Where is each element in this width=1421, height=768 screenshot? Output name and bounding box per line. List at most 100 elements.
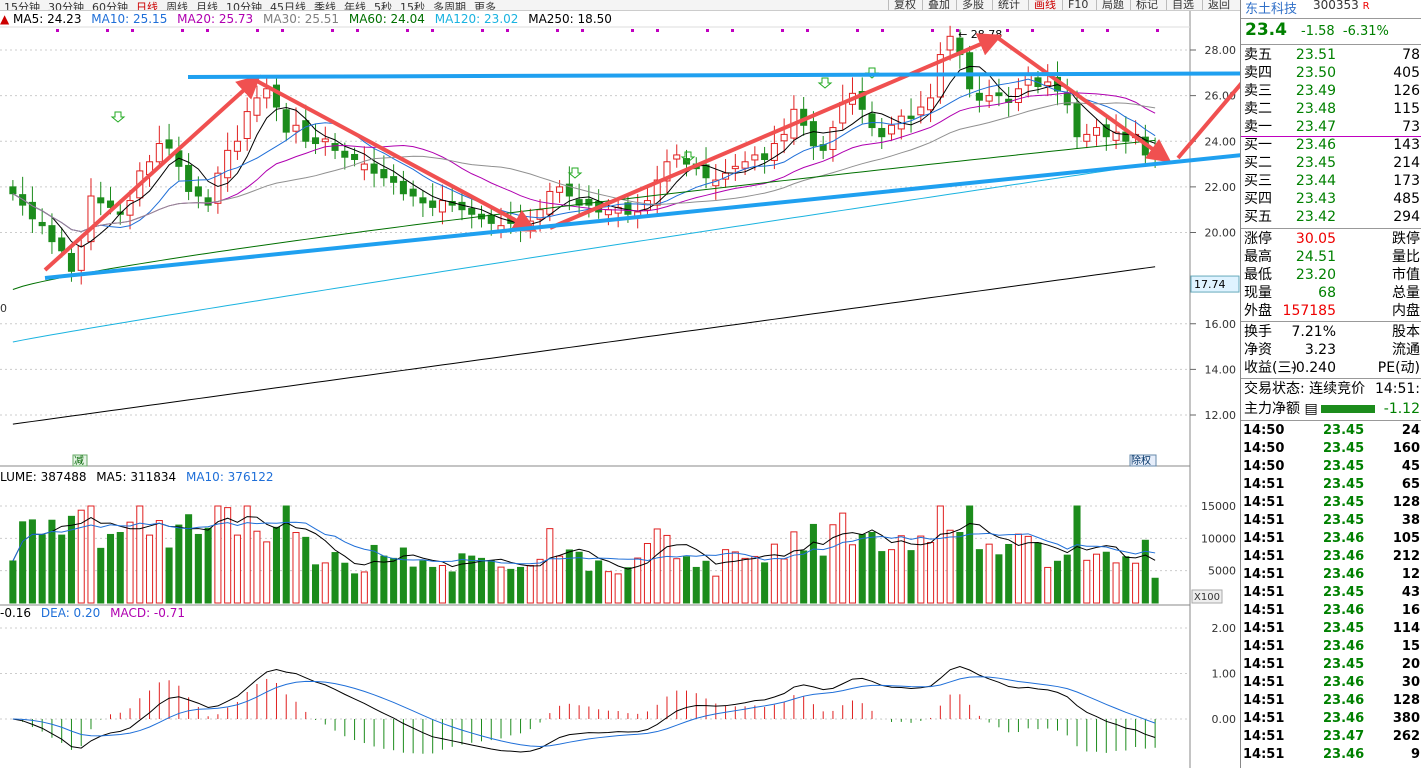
volume-bar bbox=[995, 554, 1003, 604]
left-edge-label: 0 bbox=[0, 302, 7, 315]
volume-bar bbox=[409, 566, 417, 604]
stock-chart-area[interactable]: 28.0026.0024.0022.0020.0016.0014.0012.00… bbox=[0, 0, 1240, 768]
candle-body bbox=[165, 139, 173, 149]
toolbar-button-6[interactable]: 局题 bbox=[1096, 0, 1129, 10]
volume-tick-label: 5000 bbox=[1208, 565, 1236, 578]
period-tab-0[interactable]: 15分钟 bbox=[0, 2, 44, 10]
candle-body bbox=[438, 200, 446, 213]
candle-body bbox=[419, 197, 427, 204]
candle-body bbox=[224, 149, 232, 179]
period-tab-6[interactable]: 10分钟 bbox=[222, 2, 266, 10]
tick-volume: 212 bbox=[1392, 549, 1420, 564]
legend-macd-item-2: MACD: -0.71 bbox=[110, 606, 185, 620]
ask-row[interactable]: 卖一 23.47 73 bbox=[1241, 118, 1421, 136]
toolbar-button-2[interactable]: 多股 bbox=[956, 0, 989, 10]
ma-legend: ▲ MA5: 24.23 MA10: 25.15 MA20: 25.73 MA3… bbox=[0, 12, 618, 26]
stat2-row-extra: 股本 bbox=[1392, 324, 1420, 340]
volume-bar bbox=[458, 553, 466, 604]
toolbar-button-0[interactable]: 复权 bbox=[888, 0, 921, 10]
stat2-row[interactable]: 收益(三) -0.240 PE(动) bbox=[1241, 359, 1421, 377]
toolbar-button-9[interactable]: 返回 bbox=[1202, 0, 1235, 10]
period-tab-9[interactable]: 年线 bbox=[340, 2, 370, 10]
bid-row[interactable]: 买五 23.42 294 bbox=[1241, 208, 1421, 226]
bid-row-value: 23.43 bbox=[1295, 191, 1336, 207]
volume-bar bbox=[311, 564, 320, 604]
ask-row[interactable]: 卖三 23.49 126 bbox=[1241, 82, 1421, 100]
tick-price: 23.45 bbox=[1323, 585, 1365, 600]
bid-row[interactable]: 买四 23.43 485 bbox=[1241, 190, 1421, 208]
stat-row[interactable]: 涨停 30.05 跌停 bbox=[1241, 230, 1421, 248]
ask-row[interactable]: 卖二 23.48 115 bbox=[1241, 100, 1421, 118]
period-tab-8[interactable]: 季线 bbox=[310, 2, 340, 10]
legend-ma-item-2: MA20: 25.73 bbox=[177, 12, 257, 26]
toolbar-button-5[interactable]: F10 bbox=[1062, 0, 1093, 10]
stat-row[interactable]: 最低 23.20 市值 bbox=[1241, 266, 1421, 284]
legend-macd-item-0: -0.16 bbox=[0, 606, 35, 620]
toolbar-button-7[interactable]: 标记 bbox=[1130, 0, 1163, 10]
ask-row[interactable]: 卖五 23.51 78 bbox=[1241, 46, 1421, 64]
candle-body bbox=[556, 186, 564, 193]
stock-name[interactable]: 东土科技 bbox=[1245, 0, 1297, 17]
volume-bar bbox=[1024, 535, 1032, 604]
bid-row[interactable]: 买三 23.44 173 bbox=[1241, 172, 1421, 190]
stat2-row-value: 3.23 bbox=[1304, 342, 1336, 358]
bid-row[interactable]: 买一 23.46 143 bbox=[1241, 136, 1421, 154]
signal-dot bbox=[356, 29, 359, 32]
tick-volume: 43 bbox=[1401, 585, 1420, 600]
toolbar-button-1[interactable]: 叠加 bbox=[922, 0, 955, 10]
signal-dot bbox=[281, 29, 284, 32]
tick-volume: 160 bbox=[1392, 441, 1420, 456]
tick-volume: 30 bbox=[1401, 675, 1420, 690]
period-tab-7[interactable]: 45日线 bbox=[266, 2, 310, 10]
period-tab-3[interactable]: 日线 bbox=[132, 2, 162, 10]
stat-row[interactable]: 现量 68 总量 bbox=[1241, 284, 1421, 302]
stat-row-label: 最高 bbox=[1244, 249, 1272, 265]
stat-row[interactable]: 最高 24.51 量比 bbox=[1241, 248, 1421, 266]
period-tab-11[interactable]: 15秒 bbox=[396, 2, 429, 10]
toolbar-button-3[interactable]: 统计 bbox=[992, 0, 1025, 10]
volume-bar bbox=[1151, 577, 1159, 604]
stat2-row[interactable]: 换手 7.21% 股本 bbox=[1241, 323, 1421, 341]
trade-status: 交易状态: 连续竞价 14:51: bbox=[1241, 380, 1421, 398]
period-tab-10[interactable]: 5秒 bbox=[370, 2, 396, 10]
net-flow-row[interactable]: 主力净额 ▤ -1.12 bbox=[1241, 400, 1421, 418]
signal-dot bbox=[1156, 29, 1159, 32]
tick-time: 14:51 bbox=[1243, 603, 1285, 618]
bid-row-label: 买三 bbox=[1244, 173, 1272, 189]
toolbar-button-8[interactable]: 自选 bbox=[1166, 0, 1199, 10]
tick-time: 14:51 bbox=[1243, 513, 1285, 528]
period-tab-13[interactable]: 更多 bbox=[470, 2, 500, 10]
volume-bar bbox=[907, 550, 915, 604]
tick-price: 23.46 bbox=[1323, 711, 1365, 726]
period-tab-1[interactable]: 30分钟 bbox=[44, 2, 88, 10]
stat-row-extra: 总量 bbox=[1392, 285, 1420, 301]
tick-row: 14:51 23.47 262 bbox=[1241, 728, 1421, 746]
ask-row[interactable]: 卖四 23.50 405 bbox=[1241, 64, 1421, 82]
volume-bar bbox=[839, 512, 847, 604]
period-tab-12[interactable]: 多周期 bbox=[429, 2, 470, 10]
stat-row-value: 30.05 bbox=[1295, 231, 1336, 247]
signal-dot bbox=[706, 29, 709, 32]
net-flow-value: -1.12 bbox=[1383, 401, 1420, 417]
volume-bar bbox=[321, 562, 329, 604]
tick-price: 23.45 bbox=[1323, 441, 1365, 456]
tick-volume: 24 bbox=[1401, 423, 1420, 438]
stat2-row[interactable]: 净资 3.23 流通 bbox=[1241, 341, 1421, 359]
candle-body bbox=[360, 163, 368, 171]
bid-row[interactable]: 买二 23.45 214 bbox=[1241, 154, 1421, 172]
price-change-pct: -6.31% bbox=[1342, 24, 1389, 39]
volume-bar bbox=[985, 543, 993, 604]
candle-body bbox=[302, 120, 310, 142]
period-tab-5[interactable]: 月线 bbox=[192, 2, 222, 10]
toolbar-button-4[interactable]: 画线 bbox=[1028, 0, 1061, 10]
period-tab-2[interactable]: 60分钟 bbox=[88, 2, 132, 10]
candle-body bbox=[1073, 102, 1081, 138]
volume-bar bbox=[634, 557, 642, 604]
volume-bar bbox=[1122, 556, 1130, 604]
stat-row[interactable]: 外盘 157185 内盘 bbox=[1241, 302, 1421, 320]
candle-body bbox=[77, 245, 85, 271]
tick-volume: 65 bbox=[1401, 477, 1420, 492]
period-tab-4[interactable]: 周线 bbox=[162, 2, 192, 10]
candle-body bbox=[770, 143, 778, 161]
tick-price: 23.46 bbox=[1323, 693, 1365, 708]
